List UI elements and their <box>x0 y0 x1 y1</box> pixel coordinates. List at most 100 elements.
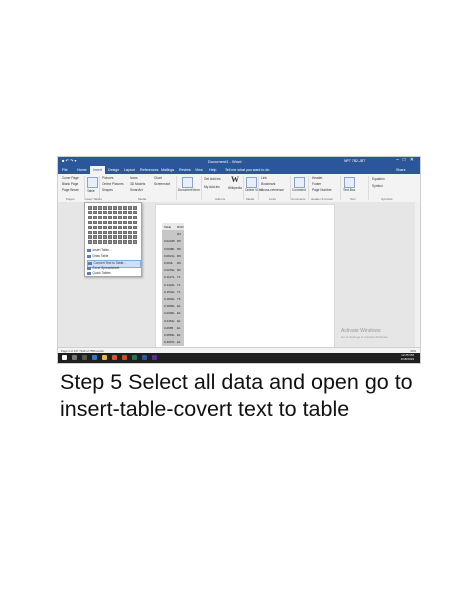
table-grid-cell[interactable] <box>93 230 98 235</box>
quick-access-toolbar[interactable]: ■ ↶ ↷ ▾ <box>62 158 76 163</box>
table-button-label[interactable]: Table <box>87 189 95 193</box>
table-grid-cell[interactable] <box>118 240 123 244</box>
quick-tables-menu-item[interactable]: Quick Tables <box>87 271 139 277</box>
table-grid-cell[interactable] <box>98 210 103 215</box>
table-grid-cell[interactable] <box>133 220 138 225</box>
table-grid-cell[interactable] <box>88 230 93 235</box>
header-button[interactable]: Header <box>312 176 322 180</box>
table-grid-cell[interactable] <box>118 230 123 235</box>
cross-reference-button[interactable]: Cross-reference <box>261 188 284 192</box>
tab-review[interactable]: Review <box>179 168 191 172</box>
excel-icon[interactable] <box>132 355 137 360</box>
table-grid-cell[interactable] <box>93 210 98 215</box>
tab-insert[interactable]: Insert <box>90 166 105 174</box>
table-grid-cell[interactable] <box>123 230 128 235</box>
table-grid-cell[interactable] <box>88 210 93 215</box>
equation-button[interactable]: Equation <box>372 177 385 181</box>
share-button[interactable]: Share <box>396 168 406 172</box>
table-grid-cell[interactable] <box>133 225 138 230</box>
table-grid-cell[interactable] <box>98 235 103 239</box>
table-grid-cell[interactable] <box>123 220 128 225</box>
table-grid-cell[interactable] <box>103 235 108 239</box>
table-grid-cell[interactable] <box>133 215 138 220</box>
table-grid-cell[interactable] <box>113 225 118 230</box>
table-grid-cell[interactable] <box>88 206 93 210</box>
tab-references[interactable]: References <box>140 168 158 172</box>
table-grid-cell[interactable] <box>103 225 108 230</box>
table-grid-cell[interactable] <box>108 230 113 235</box>
table-grid-cell[interactable] <box>118 206 123 210</box>
table-grid-cell[interactable] <box>128 240 133 244</box>
icons-button[interactable]: Icons <box>130 176 138 180</box>
get-addins-button[interactable]: Get Add-ins <box>204 177 221 181</box>
table-grid-cell[interactable] <box>128 225 133 230</box>
table-grid-cell[interactable] <box>108 235 113 239</box>
table-grid-cell[interactable] <box>108 240 113 244</box>
shapes-button[interactable]: Shapes <box>102 188 113 192</box>
my-addins-button[interactable]: My Add-ins <box>204 185 220 189</box>
table-grid-cell[interactable] <box>93 206 98 210</box>
tab-help[interactable]: Help <box>209 168 216 172</box>
table-grid-cell[interactable] <box>88 240 93 244</box>
table-grid-cell[interactable] <box>113 215 118 220</box>
table-grid-cell[interactable] <box>98 230 103 235</box>
table-grid-cell[interactable] <box>108 210 113 215</box>
wikipedia-icon[interactable]: W <box>231 175 239 184</box>
table-grid-cell[interactable] <box>123 206 128 210</box>
window-controls[interactable]: –□✕ <box>396 157 418 163</box>
cover-page-button[interactable]: Cover Page <box>62 176 79 180</box>
table-grid-cell[interactable] <box>108 225 113 230</box>
table-grid-cell[interactable] <box>133 235 138 239</box>
table-grid-cell[interactable] <box>103 220 108 225</box>
table-grid-cell[interactable] <box>118 220 123 225</box>
table-grid-cell[interactable] <box>133 240 138 244</box>
symbol-button[interactable]: Symbol <box>372 184 383 188</box>
table-grid-cell[interactable] <box>88 215 93 220</box>
app-icon[interactable] <box>152 355 157 360</box>
table-grid-cell[interactable] <box>103 206 108 210</box>
selected-data-column[interactable]: Table ROD R4 0.02045 R5 0.0908L R6 0.0821L R6 0… <box>162 223 184 346</box>
file-explorer-icon[interactable] <box>102 355 107 360</box>
table-grid-cell[interactable] <box>133 210 138 215</box>
table-grid-cell[interactable] <box>118 235 123 239</box>
table-grid-cell[interactable] <box>113 220 118 225</box>
vertical-scrollbar[interactable] <box>415 202 420 347</box>
online-video-icon[interactable] <box>246 177 257 188</box>
comment-icon[interactable] <box>294 177 305 188</box>
table-grid-cell[interactable] <box>103 230 108 235</box>
pictures-button[interactable]: Pictures <box>102 176 114 180</box>
table-grid-cell[interactable] <box>128 220 133 225</box>
table-grid-cell[interactable] <box>108 220 113 225</box>
page-number-button[interactable]: Page Number <box>312 188 332 192</box>
wikipedia-button[interactable]: Wikipedia <box>228 186 242 190</box>
online-pictures-button[interactable]: Online Pictures <box>102 182 124 186</box>
table-grid-cell[interactable] <box>113 206 118 210</box>
chrome-icon[interactable] <box>112 355 117 360</box>
table-grid-cell[interactable] <box>118 215 123 220</box>
table-grid-cell[interactable] <box>108 215 113 220</box>
blank-page-button[interactable]: Blank Page <box>62 182 78 186</box>
table-grid-cell[interactable] <box>98 240 103 244</box>
tab-view[interactable]: View <box>195 168 203 172</box>
chart-button[interactable]: Chart <box>154 176 162 180</box>
tab-layout[interactable]: Layout <box>124 168 135 172</box>
link-button[interactable]: Link <box>261 176 267 180</box>
table-grid-cell[interactable] <box>98 206 103 210</box>
document-item-button[interactable]: Document Item <box>178 188 200 192</box>
table-grid-cell[interactable] <box>123 215 128 220</box>
comment-button[interactable]: Comment <box>292 188 306 192</box>
tab-design[interactable]: Design <box>108 168 119 172</box>
clock[interactable]: 12:25 PM 1/18/2019 <box>401 353 414 361</box>
table-grid-cell[interactable] <box>128 235 133 239</box>
table-grid-cell[interactable] <box>98 220 103 225</box>
account-name[interactable]: NP7 7B2-JBT <box>344 159 365 163</box>
table-grid-cell[interactable] <box>103 240 108 244</box>
task-view-icon[interactable] <box>82 355 87 360</box>
tell-me-search[interactable]: Tell me what you want to do <box>225 168 269 172</box>
page-word-count[interactable]: Page 1 of 137 7143 of 7556 words <box>61 349 104 353</box>
smartart-button[interactable]: SmartArt <box>130 188 143 192</box>
3d-models-button[interactable]: 3D Models <box>130 182 145 186</box>
search-icon[interactable] <box>72 355 77 360</box>
table-grid-cell[interactable] <box>128 206 133 210</box>
tab-mailings[interactable]: Mailings <box>161 168 174 172</box>
